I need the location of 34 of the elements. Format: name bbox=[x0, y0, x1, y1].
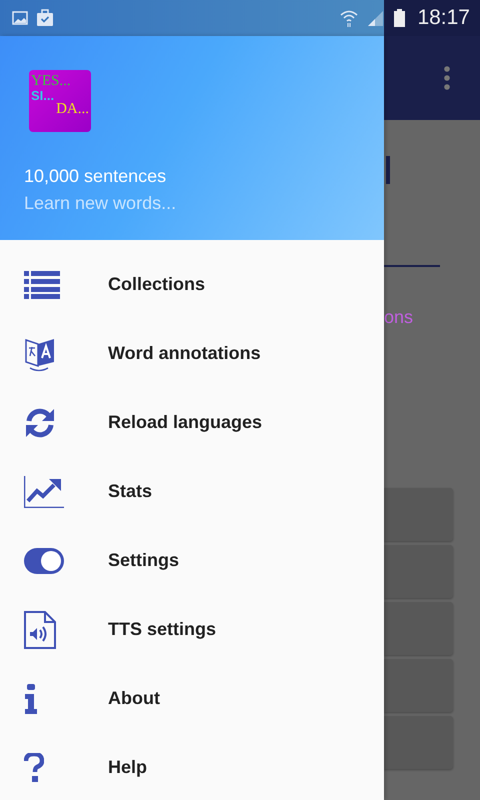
help-icon bbox=[24, 752, 44, 782]
logo-text: SI... bbox=[31, 89, 56, 102]
image-icon bbox=[12, 10, 28, 26]
menu-item[interactable]: About bbox=[0, 664, 384, 733]
list-card bbox=[384, 602, 453, 655]
drawer-subtitle: Learn new words... bbox=[24, 193, 178, 214]
list-card bbox=[384, 716, 453, 769]
menu-item[interactable]: Collections bbox=[0, 250, 384, 319]
drawer-title: 10,000 sentences bbox=[24, 166, 168, 187]
logo-text: YES... bbox=[31, 74, 72, 89]
logo-text: DA... bbox=[56, 102, 89, 117]
trending-up-icon bbox=[24, 476, 64, 508]
info-icon bbox=[24, 684, 38, 714]
more-icon[interactable] bbox=[444, 66, 450, 90]
briefcase-check-icon bbox=[36, 9, 54, 27]
list-icon bbox=[24, 270, 60, 298]
status-time: 18:17 bbox=[417, 6, 470, 30]
battery-icon bbox=[394, 9, 406, 27]
menu-item[interactable]: Settings bbox=[0, 526, 384, 595]
wifi-icon bbox=[340, 9, 358, 27]
text-cursor bbox=[386, 156, 390, 184]
menu-item[interactable]: Reload languages bbox=[0, 388, 384, 457]
list-card bbox=[384, 659, 453, 712]
toggle-icon bbox=[24, 548, 64, 574]
audio-file-icon bbox=[24, 610, 56, 648]
list-card bbox=[384, 488, 453, 541]
menu-item[interactable]: Stats bbox=[0, 457, 384, 526]
refresh-icon bbox=[24, 406, 56, 438]
tab-label: ons bbox=[384, 307, 414, 328]
menu-item[interactable]: Help bbox=[0, 733, 384, 800]
list-card bbox=[384, 545, 453, 598]
menu-item[interactable]: TTS settings bbox=[0, 595, 384, 664]
signal-icon bbox=[366, 9, 384, 27]
menu-item[interactable]: Word annotations bbox=[0, 319, 384, 388]
